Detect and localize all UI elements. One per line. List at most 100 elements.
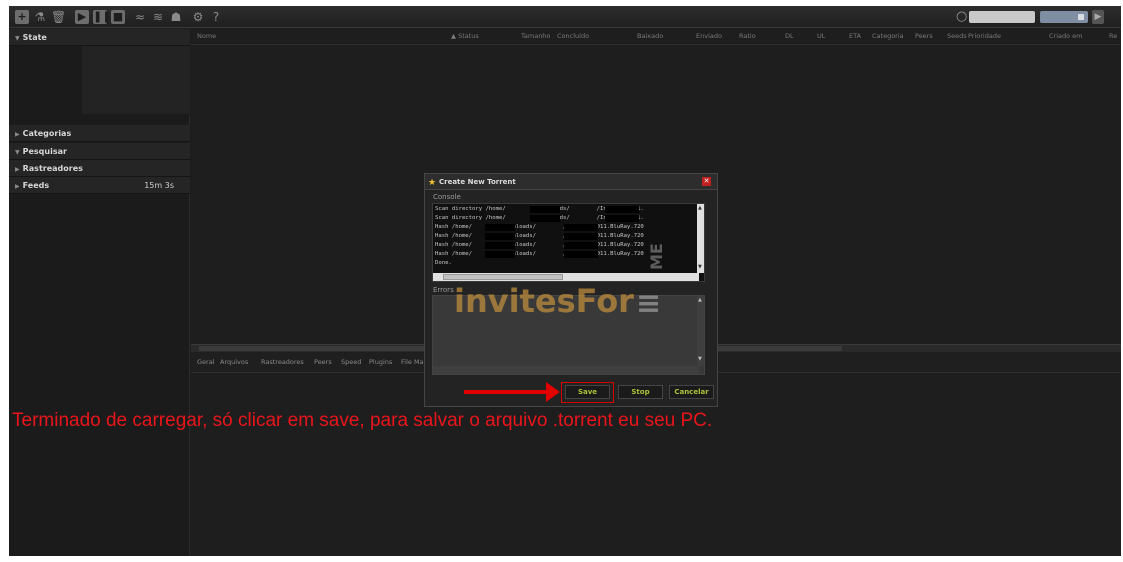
search-input[interactable] — [969, 11, 1035, 23]
column-header[interactable]: Re — [1109, 32, 1117, 40]
table-header: Nome ▲ Status Tamanho Concluído Baixado … — [191, 29, 1121, 45]
chevron-right-icon: ▶ — [15, 183, 20, 190]
rss-icon[interactable]: ≈ — [133, 10, 147, 24]
sidebar-item-label: State — [22, 33, 47, 42]
horizontal-scrollbar[interactable] — [433, 273, 699, 281]
watermark-suffix: ≡ — [636, 286, 662, 321]
sidebar-item-categorias[interactable]: ▶ Categorias — [9, 125, 190, 142]
create-torrent-icon[interactable]: ⚗ — [33, 10, 47, 24]
redaction-box — [564, 251, 598, 258]
vertical-scrollbar[interactable]: ▲ ▼ — [697, 204, 704, 273]
plugin-icon[interactable]: ☗ — [169, 10, 183, 24]
tab-plugins[interactable]: Plugins — [369, 358, 392, 366]
add-torrent-icon[interactable]: + — [15, 10, 29, 24]
help-icon[interactable]: ? — [209, 10, 223, 24]
column-header[interactable]: Categoria — [872, 32, 904, 40]
column-header[interactable]: Enviado — [696, 32, 722, 40]
column-header[interactable]: Baixado — [637, 32, 663, 40]
column-header[interactable]: Peers — [915, 32, 933, 40]
sidebar-item-state[interactable]: ▼ State — [9, 29, 190, 46]
annotation-caption: Terminado de carregar, só clicar em save… — [12, 410, 713, 431]
close-icon[interactable]: ✕ — [702, 177, 711, 186]
console-label: Console — [433, 193, 461, 201]
dialog-title-bar[interactable]: ★ Create New Torrent ✕ — [425, 174, 717, 190]
cancel-button[interactable]: Cancelar — [669, 385, 714, 399]
horizontal-scrollbar[interactable] — [433, 366, 699, 374]
sidebar-item-label: Categorias — [22, 129, 72, 138]
tab-geral[interactable]: Geral — [197, 358, 215, 366]
tab-arquivos[interactable]: Arquivos — [220, 358, 248, 366]
redaction-box — [605, 215, 639, 222]
watermark-vertical: ME — [647, 243, 666, 270]
console-line: Hash /home/ /downloads/ /In.Time.2011.Bl… — [435, 224, 644, 230]
pause-icon[interactable]: ❚❚ — [93, 10, 111, 24]
errors-label: Errors — [433, 286, 454, 294]
scroll-down-icon[interactable]: ▼ — [698, 356, 702, 362]
arrow-head-icon — [546, 382, 560, 402]
console-line: Hash /home/ /downloads/ /In.Time.2011.Bl… — [435, 233, 644, 239]
settings-icon[interactable]: ⚙ — [191, 10, 205, 24]
column-header[interactable]: ETA — [849, 32, 861, 40]
redaction-box — [530, 206, 560, 213]
console-line: Hash /home/ /downloads/ /In.Time.2011.Bl… — [435, 251, 644, 257]
column-header[interactable]: Seeds — [947, 32, 967, 40]
search-icon[interactable]: ○ — [956, 9, 967, 24]
speed-limit-slider[interactable] — [1040, 11, 1088, 23]
feeds-count: 15m 3s — [144, 181, 174, 190]
column-header[interactable]: Criado em — [1049, 32, 1083, 40]
scrollbar-thumb[interactable] — [443, 274, 563, 280]
column-header[interactable]: Tamanho — [521, 32, 550, 40]
dialog-title: Create New Torrent — [439, 178, 516, 186]
column-header[interactable]: Prioridade — [968, 32, 1001, 40]
stop-button[interactable]: Stop — [618, 385, 663, 399]
vertical-scrollbar[interactable]: ▲ ▼ — [697, 296, 704, 366]
redaction-box — [564, 233, 598, 240]
scroll-up-icon[interactable]: ▲ — [698, 205, 702, 211]
column-header[interactable]: UL — [817, 32, 825, 40]
chevron-down-icon: ▼ — [15, 35, 20, 42]
stop-icon[interactable]: ■ — [111, 10, 125, 24]
sidebar-item-rastreadores[interactable]: ▶ Rastreadores — [9, 160, 190, 177]
chevron-right-icon: ▶ — [15, 131, 20, 138]
tab-rastreadores[interactable]: Rastreadores — [261, 358, 304, 366]
console-line: Hash /home/ /downloads/ /In.Time.2011.Bl… — [435, 242, 644, 248]
redaction-box — [485, 224, 515, 231]
scroll-down-icon[interactable]: ▼ — [698, 264, 702, 270]
play-icon[interactable]: ▶ — [1092, 10, 1104, 24]
column-header[interactable]: ▲ Status — [451, 32, 479, 40]
column-header[interactable]: Concluído — [557, 32, 589, 40]
redaction-box — [564, 242, 598, 249]
column-header[interactable]: DL — [785, 32, 794, 40]
sidebar-item-label: Pesquisar — [22, 147, 67, 156]
redaction-box — [605, 206, 639, 213]
redaction-box — [485, 233, 515, 240]
sidebar-item-label: Rastreadores — [22, 164, 83, 173]
watermark-text: invitesFor — [454, 282, 634, 320]
column-header[interactable]: Ratio — [739, 32, 756, 40]
toolbar: + ⚗ 🗑 ▶ ❚❚ ■ ≈ ≋ ☗ ⚙ ? ○ ▶ — [9, 6, 1121, 28]
annotation-arrow — [464, 390, 549, 394]
start-icon[interactable]: ▶ — [75, 10, 89, 24]
remove-icon[interactable]: 🗑 — [51, 10, 66, 24]
redaction-box — [530, 215, 560, 222]
redaction-box — [564, 224, 598, 231]
column-header[interactable]: Nome — [197, 32, 216, 40]
chevron-right-icon: ▶ — [15, 166, 20, 173]
sidebar-item-feeds[interactable]: ▶ Feeds 15m 3s — [9, 177, 190, 194]
sidebar: ▼ State ▶ Categorias ▼ Pesquisar ▶ Rastreado… — [9, 29, 190, 556]
state-list — [82, 46, 190, 114]
scroll-up-icon[interactable]: ▲ — [698, 297, 702, 303]
tab-file-manager[interactable]: File Ma — [401, 358, 424, 366]
console-line: Done. — [435, 260, 452, 266]
chevron-down-icon: ▼ — [15, 149, 20, 156]
sidebar-item-label: Feeds — [22, 181, 50, 190]
tab-peers[interactable]: Peers — [314, 358, 332, 366]
rss-feed-icon[interactable]: ≋ — [151, 10, 165, 24]
star-icon: ★ — [428, 178, 437, 188]
tab-speed[interactable]: Speed — [341, 358, 361, 366]
save-highlight-box — [561, 382, 614, 403]
redaction-box — [485, 251, 515, 258]
sidebar-item-pesquisar[interactable]: ▼ Pesquisar — [9, 143, 190, 160]
slider-handle[interactable] — [1078, 14, 1084, 20]
state-panel — [9, 46, 190, 116]
